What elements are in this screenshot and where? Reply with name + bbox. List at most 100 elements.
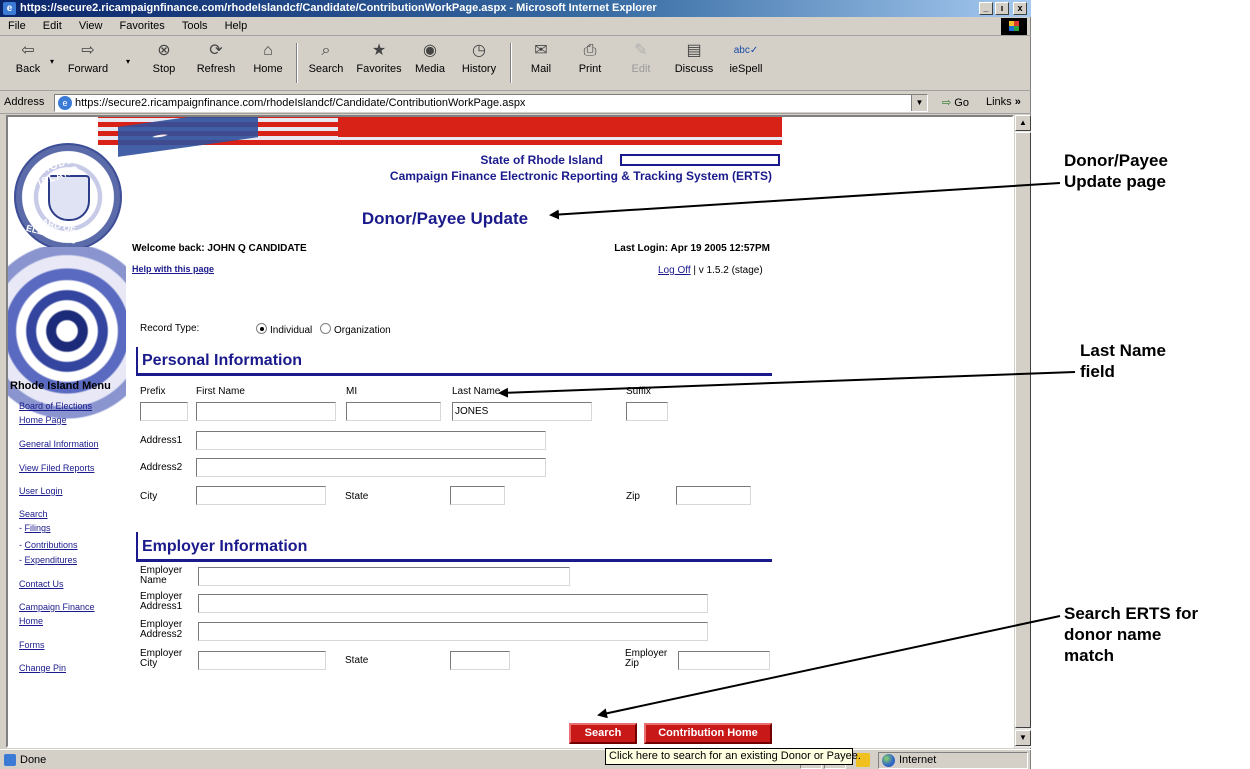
menu-help[interactable]: Help [225, 20, 248, 32]
employer-city-label: Employer City [140, 648, 183, 669]
city-label: City [140, 491, 158, 502]
menu-view[interactable]: View [79, 20, 103, 32]
search-button[interactable]: ⌕ Search [304, 39, 348, 89]
nav-search[interactable]: Search [19, 507, 48, 521]
vertical-scrollbar[interactable]: ▲ ▼ [1014, 115, 1031, 748]
mi-input[interactable] [346, 402, 441, 421]
nav-change-pin[interactable]: Change Pin [19, 661, 66, 675]
refresh-button[interactable]: ⟳ Refresh [192, 39, 240, 89]
scroll-thumb[interactable] [1015, 132, 1031, 728]
address-input[interactable]: e https://secure2.ricampaignfinance.com/… [54, 94, 928, 112]
section-marker [136, 532, 138, 560]
nav-user-login[interactable]: User Login [19, 484, 63, 498]
menu-favorites[interactable]: Favorites [120, 20, 165, 32]
iespell-button[interactable]: abc✓ ieSpell [726, 39, 766, 89]
nav-board-of-elections[interactable]: Board of Elections Home Page [19, 399, 92, 427]
page-done-icon [4, 754, 16, 766]
flag-red-band [338, 117, 782, 137]
maximize-button[interactable]: ı [995, 2, 1009, 15]
city-input[interactable] [196, 486, 326, 505]
help-link[interactable]: Help with this page [132, 264, 214, 274]
first-name-label: First Name [196, 386, 245, 397]
section-marker [136, 347, 138, 375]
last-name-label: Last Name [452, 386, 501, 397]
discuss-button[interactable]: ▤ Discuss [670, 39, 718, 89]
page-icon: e [58, 96, 72, 110]
annotation-last-name-field: Last Name field [1080, 341, 1166, 381]
toolbar-separator [296, 43, 298, 83]
minimize-button[interactable]: _ [979, 2, 993, 15]
status-bar: Done Internet [0, 749, 1031, 769]
search-icon: ⌕ [321, 42, 331, 59]
contribution-home-button[interactable]: Contribution Home [644, 723, 772, 744]
page-content: State of Rhode Island Campaign Finance E… [6, 115, 1014, 748]
forward-button[interactable]: ⇨ Forward [64, 39, 112, 89]
links-button[interactable]: Links » [986, 96, 1021, 108]
spellcheck-icon: abc✓ [733, 45, 759, 56]
suffix-input[interactable] [626, 402, 668, 421]
scroll-down-icon[interactable]: ▼ [1015, 730, 1031, 746]
state-input[interactable] [450, 486, 505, 505]
chevron-right-icon: » [1014, 96, 1021, 108]
radio-individual[interactable] [256, 323, 267, 334]
nav-forms[interactable]: Forms [19, 638, 45, 652]
employer-zip-input[interactable] [678, 651, 770, 670]
home-button[interactable]: ⌂ Home [248, 39, 288, 89]
nav-title: Rhode Island Menu [10, 380, 111, 392]
favorites-button[interactable]: ★ Favorites [350, 39, 408, 89]
employer-state-input[interactable] [450, 651, 510, 670]
mi-label: MI [346, 386, 358, 397]
last-login-text: Last Login: Apr 19 2005 12:57PM [614, 243, 770, 254]
nav-view-filed-reports[interactable]: View Filed Reports [19, 461, 94, 475]
zip-input[interactable] [676, 486, 751, 505]
history-icon: ◷ [472, 42, 486, 59]
address-dropdown-icon[interactable]: ▼ [911, 95, 927, 111]
print-button[interactable]: ⎙ Print [572, 39, 608, 89]
logoff-area: Log Off | v 1.5.2 (stage) [658, 265, 763, 276]
radio-organization[interactable] [320, 323, 331, 334]
back-button[interactable]: ⇦ Back [10, 39, 46, 89]
version-text: | v 1.5.2 (stage) [690, 265, 763, 276]
menu-edit[interactable]: Edit [43, 20, 62, 32]
nav-contact-us[interactable]: Contact Us [19, 577, 64, 591]
forward-arrow-icon: ⇨ [81, 42, 95, 59]
employer-zip-label: Employer Zip [625, 648, 668, 669]
welcome-text: Welcome back: JOHN Q CANDIDATE [132, 243, 307, 254]
section-divider [136, 559, 772, 562]
globe-icon [882, 754, 895, 767]
media-button[interactable]: ◉ Media [410, 39, 450, 89]
employer-city-input[interactable] [198, 651, 326, 670]
history-button[interactable]: ◷ History [456, 39, 502, 89]
first-name-input[interactable] [196, 402, 336, 421]
nav-campaign-finance-home[interactable]: Campaign Finance Home [19, 600, 95, 628]
logoff-link[interactable]: Log Off [658, 265, 691, 276]
stop-icon: ⊗ [157, 42, 171, 59]
close-button[interactable]: x [1013, 2, 1027, 15]
employer-name-input[interactable] [198, 567, 570, 586]
ie-logo-icon: e [3, 2, 16, 15]
employer-address2-label: Employer Address2 [140, 619, 183, 640]
nav-filings[interactable]: - Filings [19, 521, 51, 535]
scroll-up-icon[interactable]: ▲ [1015, 115, 1031, 131]
menu-tools[interactable]: Tools [182, 20, 208, 32]
nav-contributions[interactable]: - Contributions [19, 538, 78, 552]
employer-address2-input[interactable] [198, 622, 708, 641]
prefix-input[interactable] [140, 402, 188, 421]
menu-file[interactable]: File [8, 20, 26, 32]
last-name-input[interactable]: JONES [452, 402, 592, 421]
refresh-icon: ⟳ [209, 42, 223, 59]
go-arrow-icon: ⇨ [942, 97, 952, 109]
nav-expenditures[interactable]: - Expenditures [19, 553, 77, 567]
stop-button[interactable]: ⊗ Stop [146, 39, 182, 89]
nav-general-information[interactable]: General Information [19, 437, 99, 451]
board-of-elections-seal: RHODE ISLAND BOARD OF ELECTIONS [14, 143, 122, 251]
search-submit-button[interactable]: Search [569, 723, 637, 744]
address2-input[interactable] [196, 458, 546, 477]
screenshot-stage: e https://secure2.ricampaignfinance.com/… [0, 0, 1250, 769]
go-button[interactable]: ⇨ Go [942, 96, 969, 109]
employer-address1-input[interactable] [198, 594, 708, 613]
address1-input[interactable] [196, 431, 546, 450]
state-label: State [345, 491, 369, 502]
edit-button[interactable]: ✎ Edit [624, 39, 658, 89]
mail-button[interactable]: ✉ Mail [520, 39, 562, 89]
